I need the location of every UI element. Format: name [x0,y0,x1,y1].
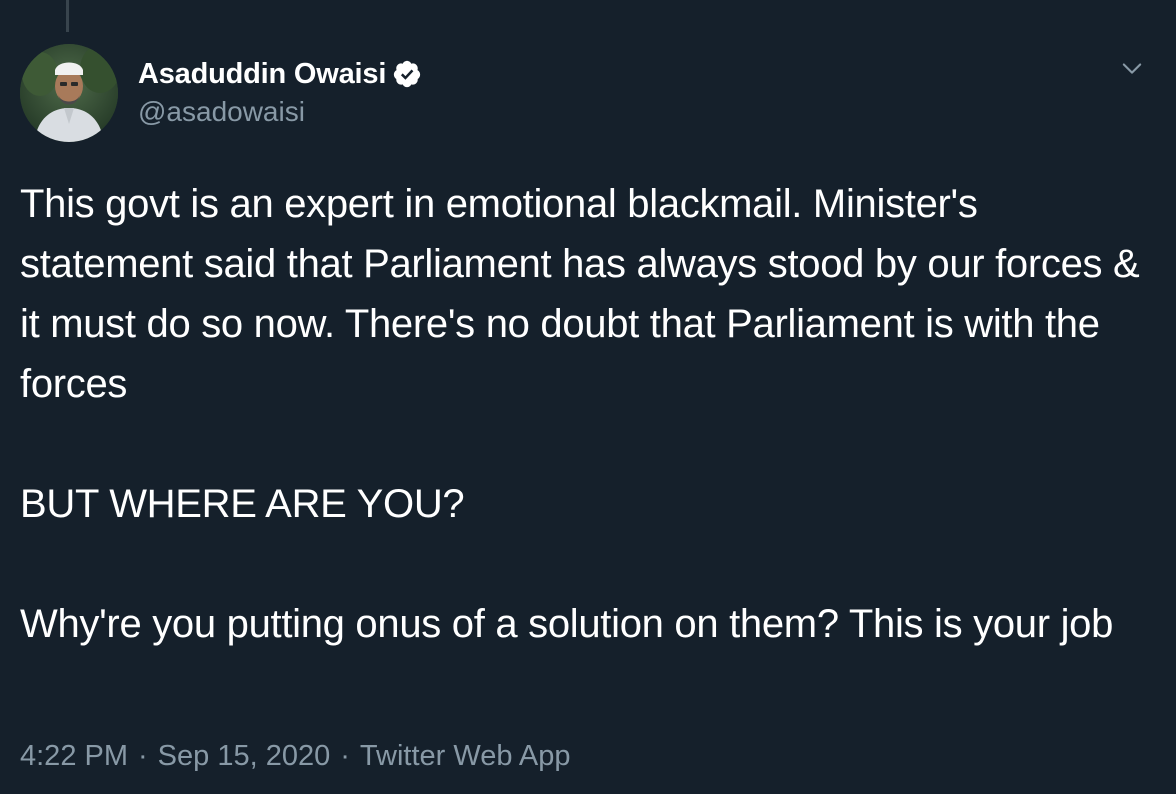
tweet-paragraph: Why're you putting onus of a solution on… [20,602,1114,646]
tweet-text: This govt is an expert in emotional blac… [20,174,1150,654]
avatar[interactable] [20,44,118,142]
display-name-row: Asaduddin Owaisi [138,54,422,94]
tweet-date[interactable]: Sep 15, 2020 [158,740,331,772]
tweet-source[interactable]: Twitter Web App [360,740,571,772]
chevron-down-icon[interactable] [1118,54,1146,82]
meta-separator: · [340,740,350,772]
author-display-name[interactable]: Asaduddin Owaisi [138,58,386,91]
author-handle[interactable]: @asadowaisi [138,96,422,128]
avatar-image [20,44,118,142]
tweet-header: Asaduddin Owaisi @asadowaisi [20,44,1160,144]
thread-connector-line [66,0,69,32]
meta-separator: · [138,740,148,772]
author-info: Asaduddin Owaisi @asadowaisi [138,54,422,128]
tweet-metadata: 4:22 PM · Sep 15, 2020 · Twitter Web App [20,740,571,773]
tweet-paragraph: BUT WHERE ARE YOU? [20,482,465,526]
tweet-time[interactable]: 4:22 PM [20,740,128,772]
verified-badge-icon [392,59,422,89]
tweet-paragraph: This govt is an expert in emotional blac… [20,182,1151,406]
